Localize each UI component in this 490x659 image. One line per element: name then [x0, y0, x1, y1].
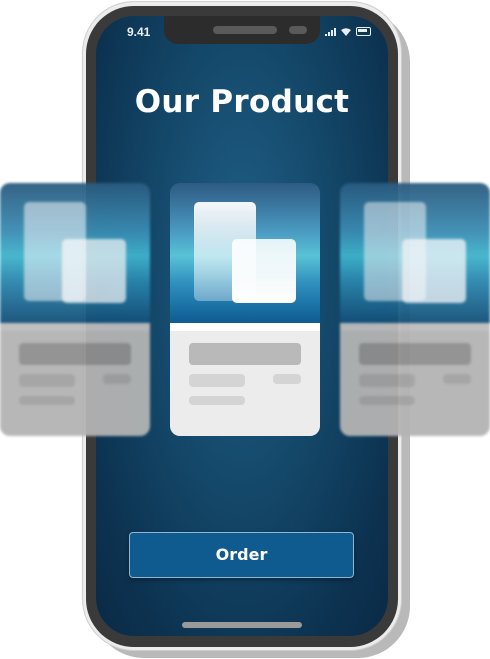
wifi-icon — [341, 27, 351, 36]
stage: 9.41 Our Product Order — [0, 0, 490, 659]
subtitle-placeholder — [359, 374, 415, 387]
order-button[interactable]: Order — [129, 532, 354, 578]
card-body — [0, 331, 150, 436]
status-time: 9.41 — [127, 25, 151, 39]
detail-placeholder — [359, 396, 415, 405]
product-image — [340, 183, 490, 323]
detail-placeholder — [19, 396, 75, 405]
camera-icon — [289, 26, 307, 34]
product-shape-front — [402, 239, 466, 303]
subtitle-placeholder — [19, 374, 75, 387]
detail-placeholder — [189, 396, 245, 405]
signal-icon — [325, 27, 336, 36]
speaker-icon — [213, 26, 277, 34]
price-placeholder — [443, 374, 471, 384]
product-shape-front — [232, 239, 296, 303]
card-divider — [340, 323, 490, 331]
product-image — [170, 183, 320, 323]
price-placeholder — [273, 374, 301, 384]
card-divider — [170, 323, 320, 331]
battery-icon — [356, 27, 371, 36]
product-card-right[interactable] — [340, 183, 490, 436]
title-placeholder — [189, 343, 301, 365]
product-shape-front — [62, 239, 126, 303]
status-icons — [325, 27, 371, 36]
home-indicator[interactable] — [182, 622, 302, 628]
product-card-left[interactable] — [0, 183, 150, 436]
title-placeholder — [19, 343, 131, 365]
page-title: Our Product — [134, 84, 350, 120]
card-divider — [0, 323, 150, 331]
card-body — [170, 331, 320, 436]
price-placeholder — [103, 374, 131, 384]
product-card-center[interactable] — [170, 183, 320, 436]
card-body — [340, 331, 490, 436]
product-image — [0, 183, 150, 323]
title-placeholder — [359, 343, 471, 365]
subtitle-placeholder — [189, 374, 245, 387]
